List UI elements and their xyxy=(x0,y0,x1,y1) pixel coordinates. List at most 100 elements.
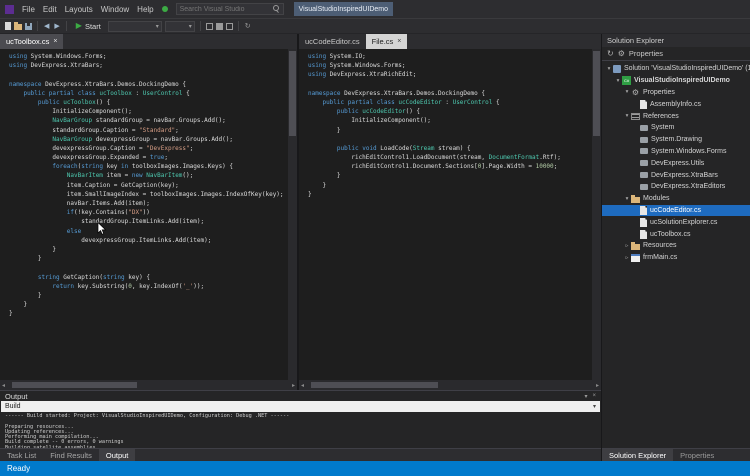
scrollbar-thumb[interactable] xyxy=(593,51,600,136)
scroll-right-icon[interactable]: ▸ xyxy=(292,382,295,389)
navigate-forward-icon[interactable]: ▶ xyxy=(53,22,60,30)
tree-item-devexpress-xtrabars[interactable]: DevExpress.XtraBars xyxy=(602,169,750,181)
expander-icon[interactable]: ▾ xyxy=(614,78,622,84)
close-icon[interactable]: × xyxy=(592,393,596,400)
doc-tab-file-cs[interactable]: File.cs× xyxy=(366,34,408,49)
output-source-value: Build xyxy=(5,403,21,410)
toolbar-tool-icon[interactable] xyxy=(206,23,213,30)
code-area-middle[interactable]: using System.IO;using System.Windows.For… xyxy=(299,49,592,380)
tree-item-system[interactable]: System xyxy=(602,122,750,134)
close-icon[interactable]: × xyxy=(53,38,57,45)
output-caption: Output ▾ × xyxy=(0,391,601,401)
menu-item-help[interactable]: Help xyxy=(133,0,157,18)
tree-item-assemblyinfo-cs[interactable]: AssemblyInfo.cs xyxy=(602,98,750,110)
bottom-tab-task-list[interactable]: Task List xyxy=(0,449,43,461)
panel-tab-properties[interactable]: Properties xyxy=(673,449,721,461)
tree-item-system-drawing[interactable]: System.Drawing xyxy=(602,134,750,146)
app-logo-icon xyxy=(5,5,14,14)
horizontal-scrollbar[interactable]: ◂ ▸ xyxy=(0,380,297,390)
navigate-back-icon[interactable]: ◀ xyxy=(43,22,50,30)
bottom-tab-output[interactable]: Output xyxy=(99,449,136,461)
expander-icon[interactable]: ▹ xyxy=(623,243,631,249)
code-line: string GetCaption(string key) { xyxy=(9,273,288,282)
undo-icon[interactable]: ↻ xyxy=(244,22,252,30)
new-file-icon[interactable] xyxy=(5,22,11,30)
scrollbar-thumb[interactable] xyxy=(289,51,296,136)
menu-item-edit[interactable]: Edit xyxy=(39,0,61,18)
tree-item-system-windows-forms[interactable]: System.Windows.Forms xyxy=(602,146,750,158)
tree-item-references[interactable]: ▾References xyxy=(602,110,750,122)
assembly-icon xyxy=(640,172,648,178)
panel-tab-solution-explorer[interactable]: Solution Explorer xyxy=(602,449,673,461)
tree-item-frmmain-cs[interactable]: ▹frmMain.cs xyxy=(602,252,750,264)
menu-item-layouts[interactable]: Layouts xyxy=(61,0,97,18)
tree-item-solution-visualstudioinspireduidemo-1-project[interactable]: ▾Solution 'VisualStudioInspiredUIDemo' (… xyxy=(602,63,750,75)
cs-icon xyxy=(640,230,647,239)
tree-item-modules[interactable]: ▾Modules xyxy=(602,193,750,205)
left-editor-body: using System.Windows.Forms;using DevExpr… xyxy=(0,49,297,380)
tree-item-visualstudioinspireduidemo[interactable]: ▾C#VisualStudioInspiredUIDemo xyxy=(602,75,750,87)
window-title: VisualStudioInspiredUIDemo xyxy=(294,2,393,16)
code-line: namespace DevExpress.XtraBars.Demos.Dock… xyxy=(9,80,288,89)
scrollbar-thumb[interactable] xyxy=(311,382,438,388)
bottom-tab-find-results[interactable]: Find Results xyxy=(43,449,99,461)
scroll-left-icon[interactable]: ◂ xyxy=(2,382,5,389)
code-line: using DevExpress.XtraRichEdit; xyxy=(308,70,592,79)
cs-icon xyxy=(640,218,647,227)
toolbar-tool-icon[interactable] xyxy=(226,23,233,30)
tree-item-devexpress-utils[interactable]: DevExpress.Utils xyxy=(602,157,750,169)
scroll-left-icon[interactable]: ◂ xyxy=(301,382,304,389)
tree-item-properties[interactable]: ▾⚙Properties xyxy=(602,87,750,99)
code-line: standardGroup.Caption = "Standard"; xyxy=(9,126,288,135)
cs-icon xyxy=(640,100,647,109)
code-line: InitializeComponent(); xyxy=(308,116,592,125)
tree-item-ucsolutionexplorer-cs[interactable]: ucSolutionExplorer.cs xyxy=(602,216,750,228)
middle-editor-body: using System.IO;using System.Windows.For… xyxy=(299,49,601,380)
search-input[interactable] xyxy=(180,6,273,13)
code-line xyxy=(9,263,288,272)
platform-dropdown[interactable]: ▾ xyxy=(165,21,195,32)
assembly-icon xyxy=(640,137,648,143)
references-icon xyxy=(631,113,640,120)
menu-item-file[interactable]: File xyxy=(18,0,39,18)
close-icon[interactable]: × xyxy=(397,38,401,45)
start-button[interactable]: ▶ Start xyxy=(72,19,105,33)
properties-button[interactable]: Properties xyxy=(629,49,663,58)
output-source-dropdown[interactable]: Build ▾ xyxy=(1,401,600,412)
doc-tab-uccodeeditor-cs[interactable]: ucCodeEditor.cs xyxy=(299,34,366,49)
expander-icon[interactable]: ▾ xyxy=(623,113,631,119)
menu-item-window[interactable]: Window xyxy=(97,0,133,18)
tree-item-label: AssemblyInfo.cs xyxy=(650,101,701,108)
gear-icon[interactable]: ⚙ xyxy=(618,50,625,58)
code-line: devexpressGroup.Expanded = true; xyxy=(9,153,288,162)
code-line: else xyxy=(9,227,288,236)
expander-icon[interactable]: ▾ xyxy=(605,66,613,72)
tree-item-uctoolbox-cs[interactable]: ucToolbox.cs xyxy=(602,228,750,240)
expander-icon[interactable]: ▾ xyxy=(623,89,631,95)
output-text[interactable]: ------ Build started: Project: VisualStu… xyxy=(0,412,601,448)
refresh-icon[interactable]: ↻ xyxy=(607,50,614,58)
save-icon[interactable] xyxy=(25,23,32,30)
tree-item-resources[interactable]: ▹Resources xyxy=(602,240,750,252)
open-folder-icon[interactable] xyxy=(14,24,22,30)
tree-item-uccodeeditor-cs[interactable]: ucCodeEditor.cs xyxy=(602,205,750,217)
vertical-scrollbar[interactable] xyxy=(288,49,297,380)
search-box[interactable] xyxy=(176,3,284,15)
configuration-dropdown[interactable]: ▾ xyxy=(108,21,162,32)
chevron-down-icon[interactable]: ▾ xyxy=(584,393,587,400)
toolbar-tool-icon[interactable] xyxy=(216,23,223,30)
scroll-right-icon[interactable]: ▸ xyxy=(596,382,599,389)
search-icon[interactable] xyxy=(273,5,280,13)
expander-icon[interactable]: ▾ xyxy=(623,196,631,202)
expander-icon[interactable]: ▹ xyxy=(623,255,631,261)
doc-tab-uctoolbox-cs[interactable]: ucToolbox.cs× xyxy=(0,34,63,49)
tab-label: ucCodeEditor.cs xyxy=(305,37,360,46)
code-area-left[interactable]: using System.Windows.Forms;using DevExpr… xyxy=(0,49,288,380)
scrollbar-thumb[interactable] xyxy=(12,382,137,388)
tree-item-label: DevExpress.Utils xyxy=(651,160,704,167)
code-line: } xyxy=(9,309,288,318)
vertical-scrollbar[interactable] xyxy=(592,49,601,380)
menu-items: FileEditLayoutsWindowHelp xyxy=(18,0,158,18)
tree-item-devexpress-xtraeditors[interactable]: DevExpress.XtraEditors xyxy=(602,181,750,193)
horizontal-scrollbar[interactable]: ◂ ▸ xyxy=(299,380,601,390)
